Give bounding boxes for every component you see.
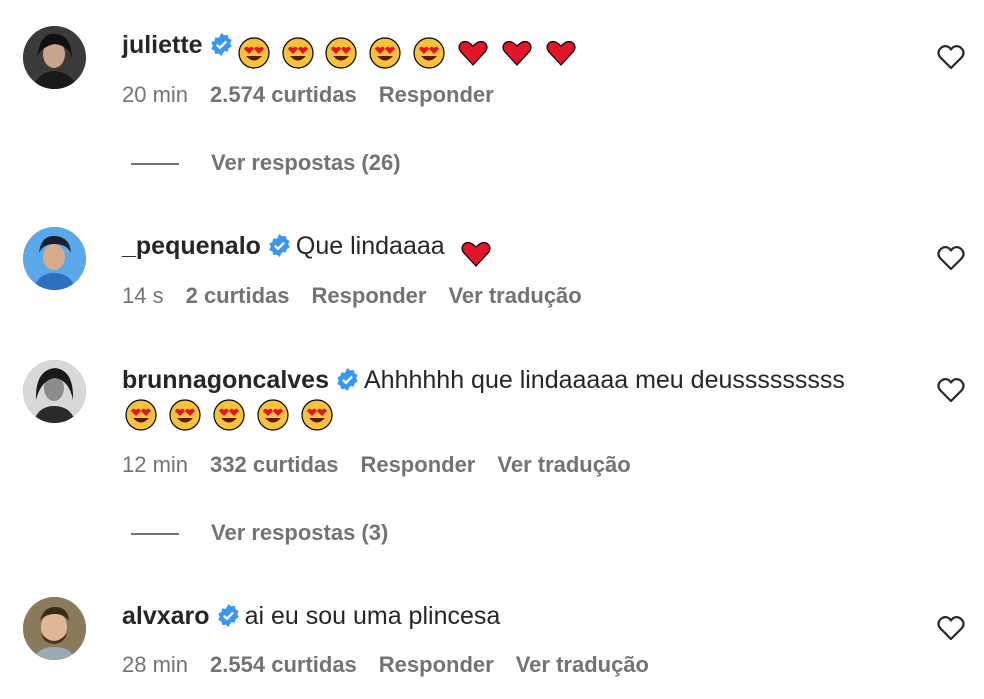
timestamp: 28 min xyxy=(122,652,189,677)
likes-count[interactable]: 332 curtidas xyxy=(210,452,338,477)
likes-count[interactable]: 2 curtidas xyxy=(186,283,290,308)
comment-meta: 20 min 2.574 curtidas Responder xyxy=(122,82,516,108)
reply-button[interactable]: Responder xyxy=(379,82,494,107)
heart-eyes-emoji-icon xyxy=(369,37,402,69)
username[interactable]: alvxaro xyxy=(122,602,210,630)
like-heart-icon[interactable] xyxy=(937,615,965,641)
red-heart-emoji-icon xyxy=(501,37,533,69)
avatar[interactable] xyxy=(23,227,86,290)
timestamp: 12 min xyxy=(122,452,189,477)
view-replies-button[interactable]: Ver respostas (3) xyxy=(131,520,388,550)
comment-line: alvxaro ai eu sou uma plincesa xyxy=(122,600,500,632)
verified-badge-icon xyxy=(335,367,360,392)
comment-line: juliette xyxy=(122,29,582,69)
comment-line: brunnagoncalves Ahhhhhh que lindaaaaa meu… xyxy=(122,364,845,396)
heart-eyes-emoji-icon xyxy=(257,399,289,431)
comment-text: Ahhhhhh que lindaaaaa meu deusssssssss xyxy=(364,366,845,394)
view-replies-button[interactable]: Ver respostas (26) xyxy=(131,150,401,180)
verified-badge-icon xyxy=(267,233,292,258)
likes-count[interactable]: 2.574 curtidas xyxy=(210,82,357,107)
emoji-row xyxy=(125,398,338,431)
username[interactable]: brunnagoncalves xyxy=(122,366,329,394)
view-replies-label[interactable]: Ver respostas (26) xyxy=(211,150,401,175)
view-replies-label[interactable]: Ver respostas (3) xyxy=(211,520,388,545)
username[interactable]: _pequenalo xyxy=(122,232,261,260)
heart-eyes-emoji-icon xyxy=(281,37,314,69)
avatar[interactable] xyxy=(23,360,86,423)
heart-eyes-emoji-icon xyxy=(213,399,245,431)
username[interactable]: juliette xyxy=(122,31,203,59)
timestamp: 14 s xyxy=(122,283,164,308)
comment-meta: 28 min 2.554 curtidas Responder Ver traduçã… xyxy=(122,652,671,678)
heart-eyes-emoji-icon xyxy=(169,399,201,431)
translate-button[interactable]: Ver tradução xyxy=(497,452,630,477)
comment-meta: 12 min 332 curtidas Responder Ver tradução xyxy=(122,452,653,478)
heart-eyes-emoji-icon xyxy=(301,399,333,431)
translate-button[interactable]: Ver tradução xyxy=(516,652,649,677)
replies-divider xyxy=(131,163,179,166)
comment-text: ai eu sou uma plincesa xyxy=(244,602,501,630)
red-heart-emoji-icon xyxy=(457,37,489,69)
replies-divider xyxy=(131,533,179,536)
avatar[interactable] xyxy=(23,597,86,660)
likes-count[interactable]: 2.554 curtidas xyxy=(210,652,357,677)
heart-eyes-emoji-icon xyxy=(125,399,157,431)
heart-eyes-emoji-icon xyxy=(325,37,358,69)
red-heart-emoji-icon xyxy=(545,37,577,69)
comment-line: _pequenalo Que lindaaaa xyxy=(122,230,497,270)
comment-text: Que lindaaaa xyxy=(295,232,445,260)
like-heart-icon[interactable] xyxy=(937,44,965,70)
emoji-row xyxy=(460,237,497,270)
reply-button[interactable]: Responder xyxy=(312,283,427,308)
heart-eyes-emoji-icon xyxy=(413,37,445,69)
reply-button[interactable]: Responder xyxy=(360,452,475,477)
reply-button[interactable]: Responder xyxy=(379,652,494,677)
verified-badge-icon xyxy=(209,32,234,57)
comment-meta: 14 s 2 curtidas Responder Ver tradução xyxy=(122,283,604,309)
avatar[interactable] xyxy=(23,26,86,89)
heart-eyes-emoji-icon xyxy=(237,37,270,69)
like-heart-icon[interactable] xyxy=(937,377,965,403)
like-heart-icon[interactable] xyxy=(937,245,965,271)
timestamp: 20 min xyxy=(122,82,189,107)
emoji-row xyxy=(237,36,583,69)
translate-button[interactable]: Ver tradução xyxy=(448,283,581,308)
red-heart-emoji-icon xyxy=(460,238,492,270)
comment-emoji-line xyxy=(125,398,338,431)
verified-badge-icon xyxy=(216,603,241,628)
